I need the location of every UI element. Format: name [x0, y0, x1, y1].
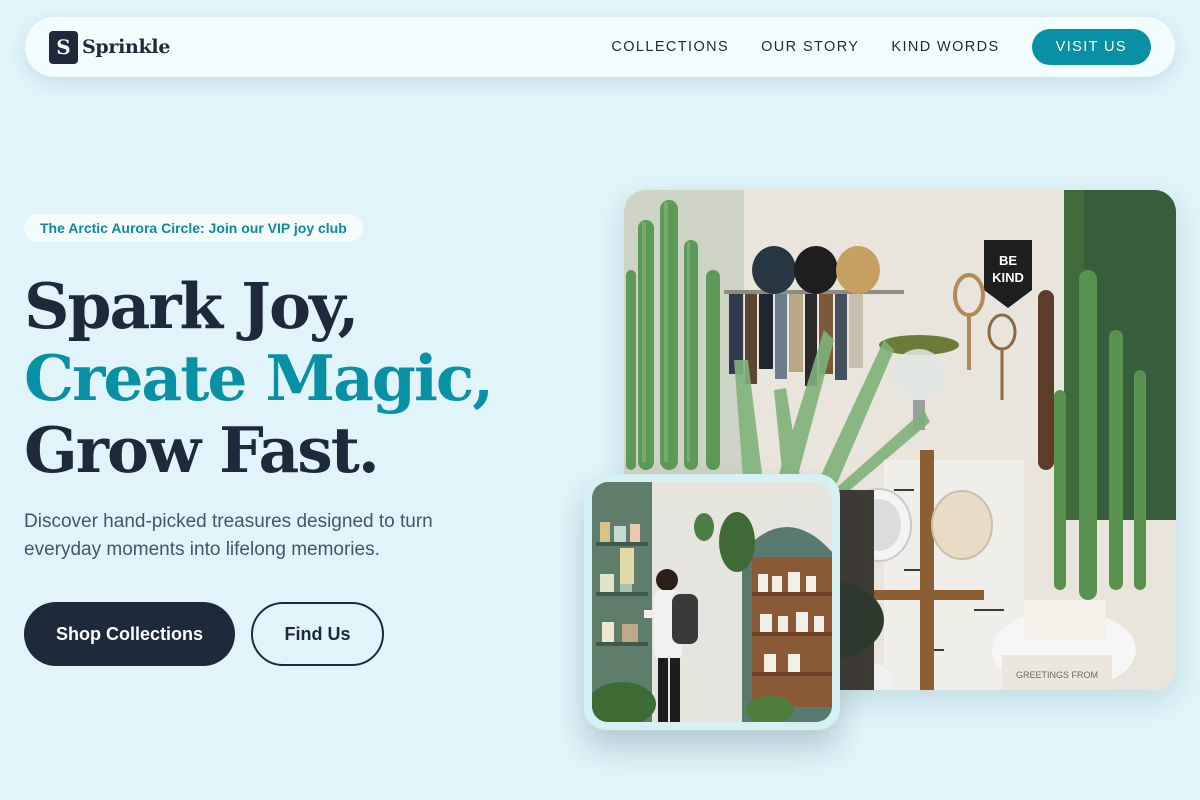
logo[interactable]: S Sprinkle [49, 30, 171, 64]
headline-line-1: Spark Joy, [24, 269, 359, 343]
inset-photo-frame [584, 474, 840, 730]
headline-line-2: Create Magic, [24, 341, 494, 415]
navbar: S Sprinkle COLLECTIONS OUR STORY KIND WO… [25, 17, 1175, 77]
brand-name: Sprinkle [82, 36, 171, 58]
visit-us-button[interactable]: VISIT US [1031, 29, 1151, 65]
hero-headline: Spark Joy, Create Magic, Grow Fast. [24, 269, 494, 487]
shop-collections-button[interactable]: Shop Collections [24, 602, 235, 666]
nav-link-collections[interactable]: COLLECTIONS [611, 39, 729, 55]
nav-link-our-story[interactable]: OUR STORY [761, 39, 859, 55]
card-text: GREETINGS FROM [1016, 670, 1098, 680]
headline-line-3: Grow Fast. [24, 413, 380, 487]
banner-text-be: BE [999, 253, 1017, 268]
find-us-button[interactable]: Find Us [251, 602, 384, 666]
shopper-photo [592, 482, 832, 722]
logo-mark-icon: S [49, 30, 78, 64]
banner-text-kind: KIND [992, 270, 1024, 285]
vip-club-badge[interactable]: The Arctic Aurora Circle: Join our VIP j… [24, 214, 363, 242]
nav-links: COLLECTIONS OUR STORY KIND WORDS VISIT U… [611, 29, 1151, 65]
nav-link-kind-words[interactable]: KIND WORDS [891, 39, 999, 55]
hero-subtext: Discover hand-picked treasures designed … [24, 511, 433, 560]
